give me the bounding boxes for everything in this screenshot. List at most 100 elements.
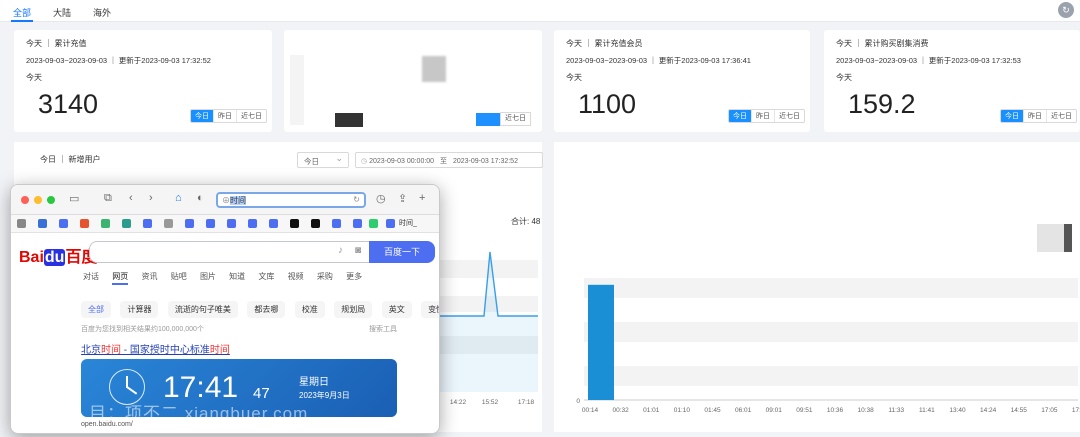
- nav-images[interactable]: 图片: [200, 272, 216, 281]
- period-today-button[interactable]: 今日: [729, 110, 752, 122]
- card-today-label: 今天: [26, 73, 42, 82]
- x-tick-label: 14:55: [1011, 407, 1028, 414]
- star-icon[interactable]: [164, 219, 173, 228]
- bar: [588, 284, 614, 400]
- nav-more[interactable]: 更多: [346, 272, 362, 281]
- period-week-button[interactable]: 近七日: [1047, 110, 1076, 122]
- chip[interactable]: 规划局: [334, 301, 373, 318]
- nav-tieba[interactable]: 贴吧: [171, 272, 187, 281]
- bookmark-icon[interactable]: [122, 219, 131, 228]
- globe-icon: ⊕: [222, 196, 230, 205]
- x-tick-label: 17:06: [1072, 407, 1080, 414]
- tiktok-icon[interactable]: [290, 219, 299, 228]
- card-value: 1100: [578, 89, 637, 119]
- period-yesterday-button[interactable]: 昨日: [752, 110, 775, 122]
- nav-news[interactable]: 资讯: [141, 272, 157, 281]
- minimize-window-button[interactable]: [34, 196, 42, 204]
- chip[interactable]: 都去哪: [247, 301, 286, 318]
- nav-wenku[interactable]: 文库: [258, 272, 274, 281]
- gridband: [584, 278, 1078, 298]
- x-tick-label: 17:05: [1041, 407, 1058, 414]
- weekday: 星期日: [299, 377, 329, 388]
- microphone-icon[interactable]: ♪: [338, 245, 343, 256]
- nav-video[interactable]: 视频: [288, 272, 304, 281]
- result-mid: - 国家授时中心标准: [121, 345, 210, 356]
- tab-all[interactable]: 全部: [10, 6, 34, 22]
- top-tab-bar: 全部 大陆 海外 ↻: [0, 0, 1080, 22]
- history-icon[interactable]: ◷: [376, 192, 386, 205]
- chip[interactable]: 计算器: [120, 301, 159, 318]
- chip[interactable]: 流逝的句子唯美: [167, 301, 238, 318]
- gridband: [584, 322, 1078, 342]
- bookmark-label[interactable]: 时间_: [399, 218, 417, 228]
- bookmark-icon[interactable]: [185, 219, 194, 228]
- bookmark-icon[interactable]: [101, 219, 110, 228]
- period-week-button[interactable]: 近七日: [500, 112, 531, 126]
- period-week-button[interactable]: 近七日: [775, 110, 804, 122]
- new-tab-icon[interactable]: +: [419, 192, 425, 204]
- stat-card-redacted: 近七日: [284, 30, 542, 132]
- bookmark-icon[interactable]: [38, 219, 47, 228]
- x-tick-label: 09:01: [766, 407, 783, 414]
- bookmark-icon[interactable]: [386, 219, 395, 228]
- bookmarks-bar: 时间_: [11, 215, 439, 233]
- bookmark-icon[interactable]: [206, 219, 215, 228]
- bookmark-icon[interactable]: [369, 219, 378, 228]
- period-today-button[interactable]: 今日: [1001, 110, 1024, 122]
- card-title: 今天 ｜ 累计购买剧集消费: [836, 39, 929, 48]
- result-url[interactable]: open.baidu.com/: [81, 421, 133, 428]
- tab-overseas[interactable]: 海外: [93, 6, 111, 19]
- chip[interactable]: 变快了: [421, 301, 439, 318]
- redacted-block: [422, 56, 446, 82]
- bookmark-icon[interactable]: [143, 219, 152, 228]
- x-tick-label: 00:14: [582, 407, 599, 414]
- card-today-label: 今天: [836, 73, 852, 82]
- camera-icon[interactable]: ◙: [355, 245, 361, 256]
- search-input[interactable]: ♪ ◙: [89, 241, 369, 263]
- x-tick-label: 13:40: [949, 407, 966, 414]
- close-window-button[interactable]: [21, 196, 29, 204]
- chip[interactable]: 校准: [294, 301, 325, 318]
- x-tick-label: 09:51: [796, 407, 813, 414]
- result-link[interactable]: 北京时间 - 国家授时中心标准时间: [81, 341, 230, 356]
- baidu-logo[interactable]: Baidu百度: [19, 243, 97, 267]
- home-icon[interactable]: ⌂: [175, 192, 182, 204]
- bookmark-icon[interactable]: [248, 219, 257, 228]
- zoom-window-button[interactable]: [47, 196, 55, 204]
- redacted-button[interactable]: [476, 113, 500, 126]
- bookmark-icon[interactable]: [59, 219, 68, 228]
- nav-chat[interactable]: 对话: [83, 272, 99, 281]
- bookmark-icon[interactable]: [332, 219, 341, 228]
- bookmark-icon[interactable]: [80, 219, 89, 228]
- refresh-icon[interactable]: ↻: [1058, 2, 1074, 18]
- search-tools-button[interactable]: 搜索工具: [369, 324, 397, 334]
- address-bar[interactable]: ⊕时间 ↻: [216, 192, 366, 208]
- period-week-button[interactable]: 近七日: [237, 110, 266, 122]
- bookmark-icon[interactable]: [353, 219, 362, 228]
- share-icon[interactable]: ⇪: [398, 192, 407, 205]
- browser-window: ▭ ⧉ ‹ › ⌂ ◐ ⊕时间↻ ◷ ⇪ + 时间_ Baidu百度 ♪ ◙: [10, 184, 440, 434]
- period-yesterday-button[interactable]: 昨日: [214, 110, 237, 122]
- card-range: 2023-09-03~2023-09-03 ｜ 更新于2023-09-03 17…: [836, 56, 1021, 65]
- tab-mainland[interactable]: 大陆: [53, 6, 71, 19]
- bookmark-icon[interactable]: [269, 219, 278, 228]
- reload-icon[interactable]: ↻: [353, 195, 360, 204]
- bookmark-icon[interactable]: [17, 219, 26, 228]
- result-highlight: 时间: [209, 345, 230, 356]
- period-yesterday-button[interactable]: 昨日: [1024, 110, 1047, 122]
- tiktok-icon[interactable]: [311, 219, 320, 228]
- chip[interactable]: 全部: [81, 301, 111, 318]
- forward-icon[interactable]: ›: [149, 192, 153, 204]
- period-today-button[interactable]: 今日: [191, 110, 214, 122]
- back-icon[interactable]: ‹: [129, 192, 133, 204]
- sidebar-icon[interactable]: ▭: [69, 192, 79, 205]
- x-tick-label: 11:33: [888, 407, 904, 414]
- nav-zhidao[interactable]: 知道: [229, 272, 245, 281]
- nav-web[interactable]: 网页: [112, 272, 129, 285]
- nav-shopping[interactable]: 采购: [317, 272, 333, 281]
- search-button[interactable]: 百度一下: [369, 241, 435, 263]
- tabs-overview-icon[interactable]: ⧉: [104, 192, 112, 205]
- y-tick-label: 0: [576, 398, 580, 405]
- chip[interactable]: 英文: [381, 301, 412, 318]
- bookmark-icon[interactable]: [227, 219, 236, 228]
